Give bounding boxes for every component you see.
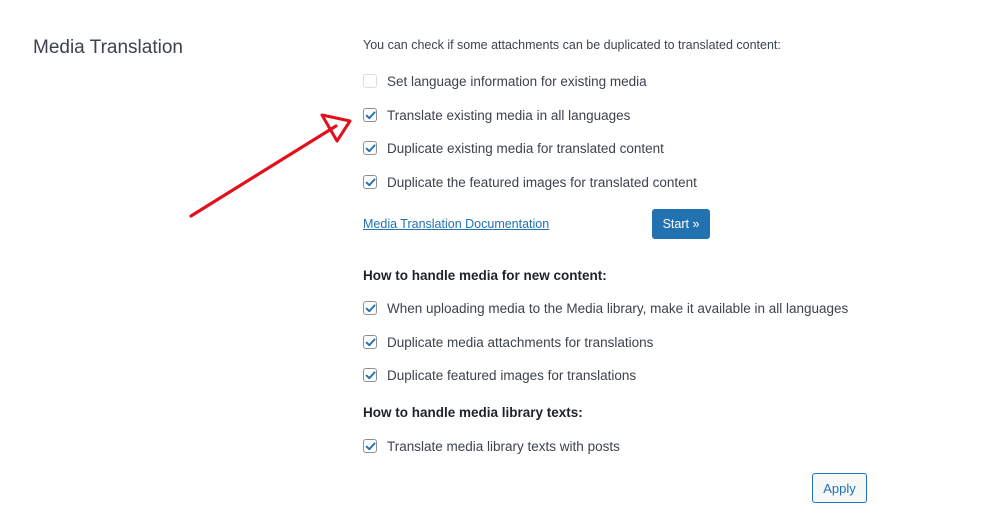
option-translate-library-texts[interactable]: Translate media library texts with posts — [363, 437, 620, 455]
option-upload-all-languages[interactable]: When uploading media to the Media librar… — [363, 299, 848, 317]
checkbox-translate-library-texts[interactable] — [363, 439, 377, 453]
option-duplicate-attachments[interactable]: Duplicate media attachments for translat… — [363, 333, 653, 351]
checkmark-icon — [365, 304, 376, 313]
checkbox-translate-existing[interactable] — [363, 108, 377, 122]
option-label: Translate existing media in all language… — [387, 107, 631, 123]
checkmark-icon — [365, 111, 376, 120]
section-title: Media Translation — [33, 37, 183, 58]
option-label: Duplicate featured images for translatio… — [387, 367, 637, 383]
documentation-link[interactable]: Media Translation Documentation — [363, 217, 549, 231]
checkbox-duplicate-featured-existing[interactable] — [363, 175, 377, 189]
option-duplicate-existing[interactable]: Duplicate existing media for translated … — [363, 139, 664, 157]
checkbox-upload-all-languages[interactable] — [363, 301, 377, 315]
apply-button[interactable]: Apply — [812, 473, 867, 503]
option-set-language-existing[interactable]: Set language information for existing me… — [363, 72, 647, 90]
checkmark-icon — [365, 338, 376, 347]
option-label: Set language information for existing me… — [387, 73, 647, 89]
option-duplicate-featured-existing[interactable]: Duplicate the featured images for transl… — [363, 173, 697, 191]
checkmark-icon — [365, 178, 376, 187]
checkmark-icon — [365, 371, 376, 380]
option-duplicate-featured-new[interactable]: Duplicate featured images for translatio… — [363, 366, 636, 384]
new-content-heading: How to handle media for new content: — [363, 268, 607, 283]
checkbox-duplicate-attachments[interactable] — [363, 335, 377, 349]
checkbox-duplicate-featured-new[interactable] — [363, 368, 377, 382]
checkbox-duplicate-existing[interactable] — [363, 141, 377, 155]
option-label: Translate media library texts with posts — [387, 438, 620, 454]
option-label: When uploading media to the Media librar… — [387, 300, 849, 316]
checkmark-icon — [365, 442, 376, 451]
library-texts-heading: How to handle media library texts: — [363, 405, 583, 420]
checkmark-icon — [365, 144, 376, 153]
option-label: Duplicate the featured images for transl… — [387, 174, 697, 190]
option-translate-existing[interactable]: Translate existing media in all language… — [363, 106, 630, 124]
option-label: Duplicate existing media for translated … — [387, 140, 664, 156]
checkbox-set-language-existing[interactable] — [363, 74, 377, 88]
existing-media-intro: You can check if some attachments can be… — [363, 38, 781, 52]
option-label: Duplicate media attachments for translat… — [387, 334, 654, 350]
start-button[interactable]: Start » — [652, 209, 710, 239]
